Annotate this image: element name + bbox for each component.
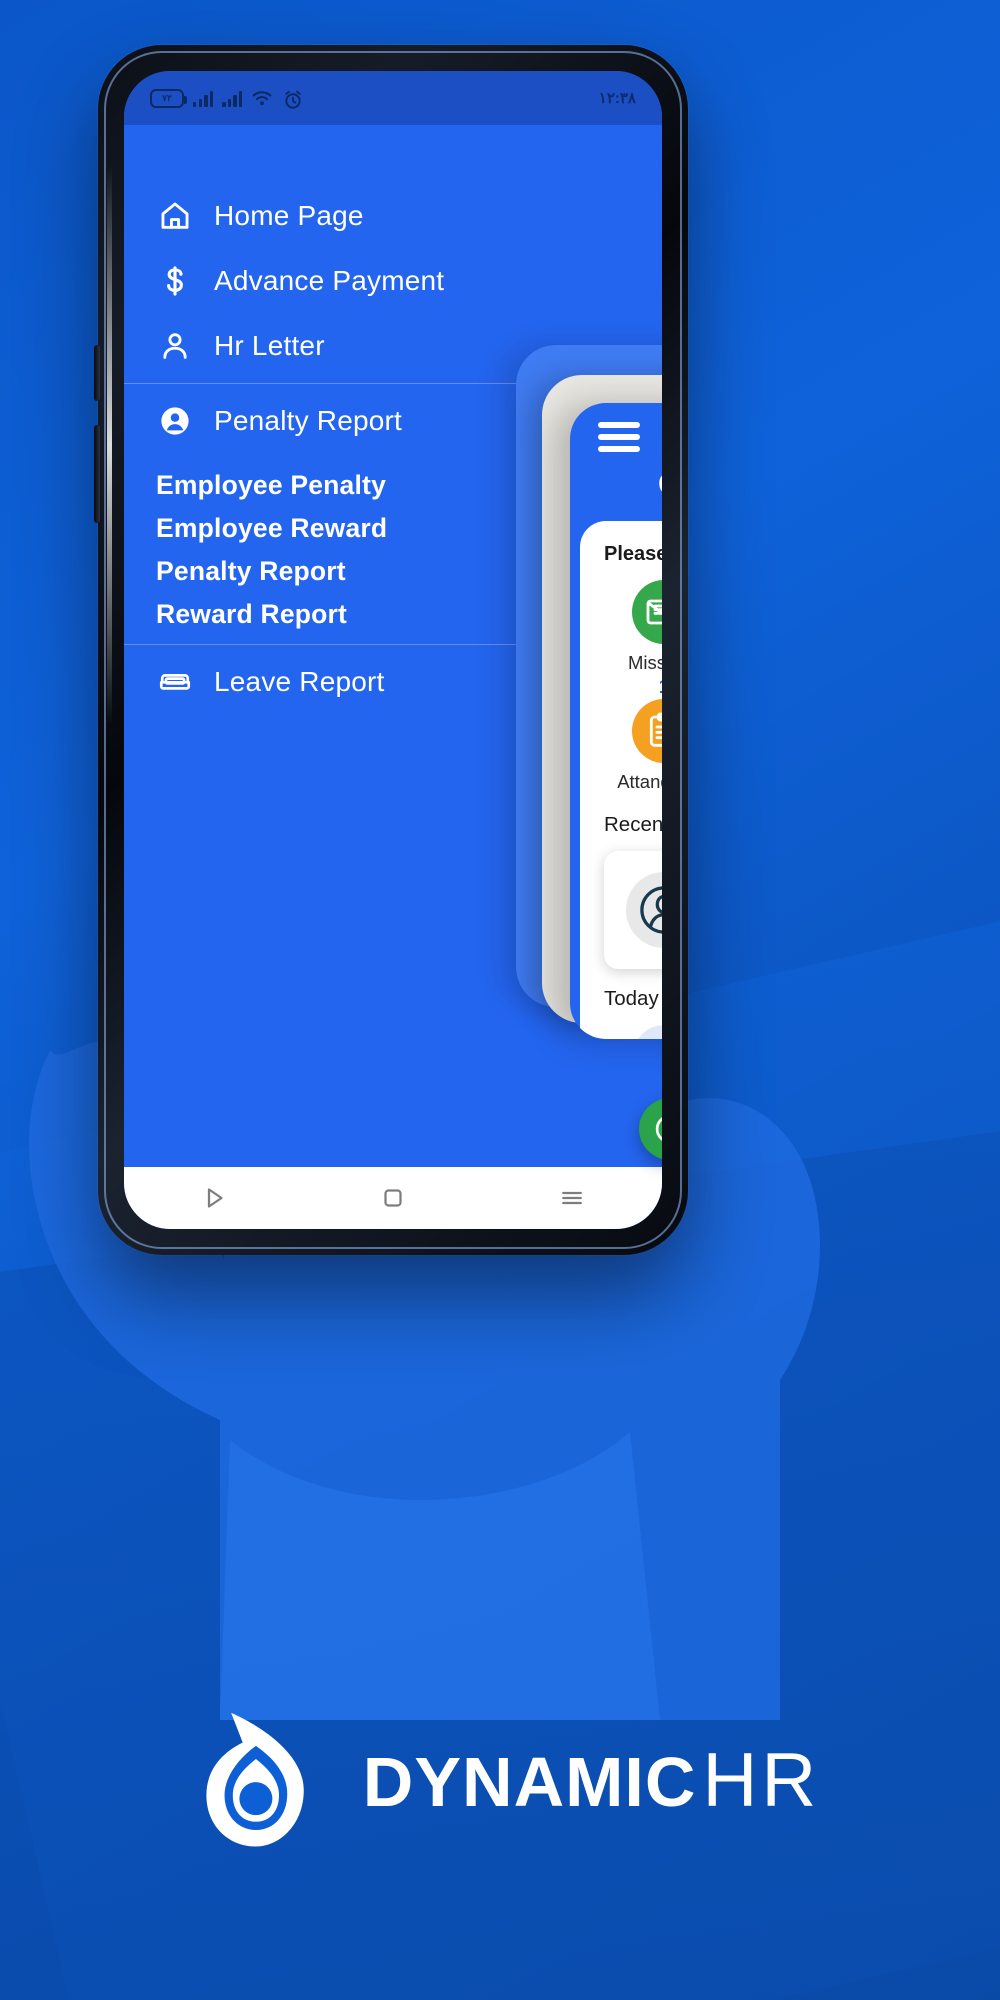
recents-icon[interactable]	[557, 1183, 587, 1213]
phone-power-button[interactable]	[94, 425, 100, 523]
app-content-card: Hi, Heba Fath Good Aftern Please Choose …	[570, 403, 662, 1039]
service-label: Missions	[628, 652, 662, 673]
sidebar-item-label: Penalty Report	[156, 556, 346, 586]
status-bar: ٧٢ ١٢:٣٨	[124, 71, 662, 125]
greeting-time-of-day: Good Aftern	[658, 466, 662, 502]
wifi-icon	[251, 89, 273, 107]
account-circle-icon	[158, 404, 192, 438]
clipboard-icon	[632, 699, 662, 763]
attendance-grid: 0 Present La	[604, 1025, 662, 1039]
drawer-spacer	[124, 310, 662, 317]
service-count: 1	[604, 677, 662, 699]
user-avatar-icon	[626, 872, 662, 948]
sidebar-item-label: Penalty Report	[214, 405, 403, 436]
phone-screen: ٧٢ ١٢:٣٨ Home Page Advance Payment Hr Le…	[124, 71, 662, 1229]
sidebar-item-label: Employee Penalty	[156, 470, 387, 500]
phone-edge-highlight	[107, 165, 112, 725]
recent-leave-card[interactable]	[604, 851, 662, 969]
signal-icon-2	[222, 90, 243, 107]
brand-name-light: HR	[702, 1737, 821, 1823]
attendance-value: 0	[633, 1025, 662, 1039]
sidebar-item-label: Advance Payment	[214, 265, 445, 296]
dynamic-hr-droplet-logo	[180, 1698, 345, 1863]
alarm-icon	[282, 89, 304, 109]
sidebar-item-label: Leave Report	[214, 666, 385, 697]
app-header: Hi, Heba Fath Good Aftern	[570, 403, 662, 512]
person-outline-icon	[158, 329, 192, 363]
fab-present-button[interactable]	[639, 1098, 662, 1160]
battery-icon: ٧٢	[150, 88, 187, 108]
sidebar-item-home-page[interactable]: Home Page	[124, 187, 662, 245]
drawer-spacer	[124, 245, 662, 252]
battery-level-label: ٧٢	[162, 92, 172, 103]
app-header-row: Hi, Heba Fath	[598, 421, 662, 452]
home-icon	[158, 199, 192, 233]
phone-volume-button[interactable]	[94, 345, 100, 401]
hamburger-icon[interactable]	[598, 421, 640, 452]
service-item-missions[interactable]: Missions 1	[604, 580, 662, 699]
brand-name-bold: DYNAMIC	[362, 1742, 697, 1821]
status-bar-clock: ١٢:٣٨	[598, 90, 636, 107]
android-navigation-bar	[124, 1167, 662, 1229]
app-content-sheet: Please Choose Services Missions	[580, 521, 662, 1039]
navigation-drawer: Home Page Advance Payment Hr Letter Pena…	[124, 125, 662, 1229]
service-label: Attandance	[617, 771, 662, 792]
signal-icon	[193, 90, 214, 107]
recent-leave-section-title: Recent Leave Application	[604, 813, 662, 836]
envelope-icon	[632, 580, 662, 644]
sidebar-item-label: Hr Letter	[214, 330, 325, 361]
phone-device-frame: ٧٢ ١٢:٣٨ Home Page Advance Payment Hr Le…	[94, 45, 688, 1255]
happy-face-icon	[655, 1117, 662, 1141]
sidebar-item-label: Reward Report	[156, 599, 348, 629]
back-triangle-icon[interactable]	[199, 1183, 229, 1213]
today-attendance-section-title: Today Attendance	[604, 987, 662, 1010]
brand-wordmark: DYNAMIC HR	[363, 1737, 820, 1824]
dollar-icon	[158, 264, 192, 298]
sidebar-item-advance-payment[interactable]: Advance Payment	[124, 252, 662, 310]
sidebar-item-label: Employee Reward	[156, 513, 388, 543]
drawer-top-spacer	[124, 125, 662, 187]
services-section-title: Please Choose Services	[604, 543, 662, 565]
attendance-item-present[interactable]: 0 Present	[604, 1025, 662, 1039]
brand-footer: DYNAMIC HR	[0, 1690, 1000, 1870]
service-item-attandance[interactable]: Attandance	[604, 699, 662, 793]
services-grid: Missions 1 Lea	[604, 580, 662, 793]
sofa-icon	[158, 665, 192, 699]
sidebar-item-label: Home Page	[214, 200, 364, 231]
home-square-icon[interactable]	[378, 1183, 408, 1213]
